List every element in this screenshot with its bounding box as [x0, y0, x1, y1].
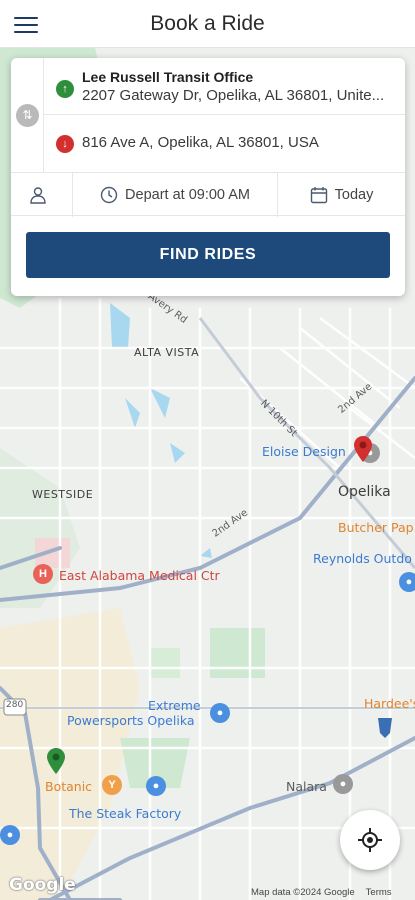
- date-label: Today: [334, 187, 374, 203]
- trip-options: Depart at 09:00 AM Today: [11, 172, 405, 217]
- place-botanic[interactable]: Botanic: [45, 779, 92, 794]
- place-reynolds-outdoor[interactable]: Reynolds Outdo: [313, 551, 412, 566]
- depart-time-button[interactable]: Depart at 09:00 AM: [73, 173, 278, 217]
- origin-name: Lee Russell Transit Office: [82, 69, 254, 85]
- map-attribution: Map data ©2024 Google Terms: [251, 887, 392, 898]
- place-butcher-paper[interactable]: Butcher Pap: [338, 520, 414, 535]
- riders-button[interactable]: [11, 173, 73, 217]
- shopping-icon: ●: [146, 776, 166, 796]
- area-label-alta-vista: ALTA VISTA: [134, 346, 200, 359]
- page-title: Book a Ride: [150, 12, 265, 35]
- destination-arrow-icon: ↓: [56, 135, 74, 153]
- place-eloise-design[interactable]: Eloise Design: [262, 444, 346, 459]
- booking-card: ⇅ ↑ Lee Russell Transit Office 2207 Gate…: [11, 58, 405, 296]
- my-location-button[interactable]: [340, 810, 400, 870]
- place-pin-icon: ●: [333, 774, 353, 794]
- google-logo: Google: [9, 875, 76, 895]
- swap-column: ⇅: [11, 58, 44, 172]
- crosshair-icon: [358, 828, 382, 852]
- destination-field[interactable]: ↓ 816 Ave A, Opelika, AL 36801, USA: [44, 115, 405, 172]
- place-steak-factory[interactable]: The Steak Factory: [69, 806, 181, 821]
- person-icon: [30, 187, 46, 204]
- date-button[interactable]: Today: [278, 173, 405, 217]
- app-bar: Book a Ride: [0, 0, 415, 48]
- depart-time-label: Depart at 09:00 AM: [125, 187, 250, 203]
- clock-icon: [100, 186, 118, 204]
- city-label-opelika: Opelika: [338, 484, 391, 500]
- restaurant-icon: Y: [102, 775, 122, 795]
- terms-link[interactable]: Terms: [366, 887, 392, 898]
- calendar-icon: [310, 187, 327, 204]
- find-rides-button[interactable]: FIND RIDES: [26, 232, 390, 278]
- destination-marker-icon[interactable]: [354, 436, 372, 462]
- shopping-icon: ●: [0, 825, 20, 845]
- shopping-icon: ●: [210, 703, 230, 723]
- place-extreme-powersports[interactable]: Extreme: [148, 698, 201, 713]
- map-data-text: Map data ©2024 Google: [251, 887, 355, 898]
- place-nalara[interactable]: Nalara: [286, 779, 327, 794]
- place-east-alabama-medical[interactable]: East Alabama Medical Ctr: [59, 568, 220, 583]
- origin-marker-icon[interactable]: [47, 748, 65, 774]
- area-label-westside: WESTSIDE: [32, 488, 94, 501]
- place-hardees[interactable]: Hardee's: [364, 696, 415, 711]
- place-extreme-powersports-line2[interactable]: Powersports Opelika: [67, 713, 195, 728]
- swap-locations-icon[interactable]: ⇅: [16, 104, 39, 127]
- origin-arrow-icon: ↑: [56, 80, 74, 98]
- hospital-icon: H: [33, 564, 53, 584]
- origin-address: 2207 Gateway Dr, Opelika, AL 36801, Unit…: [82, 87, 385, 104]
- shopping-icon: ●: [399, 572, 415, 592]
- route-280-label: 280: [6, 700, 24, 710]
- destination-address: 816 Ave A, Opelika, AL 36801, USA: [82, 134, 319, 151]
- origin-field[interactable]: ↑ Lee Russell Transit Office 2207 Gatewa…: [44, 58, 405, 115]
